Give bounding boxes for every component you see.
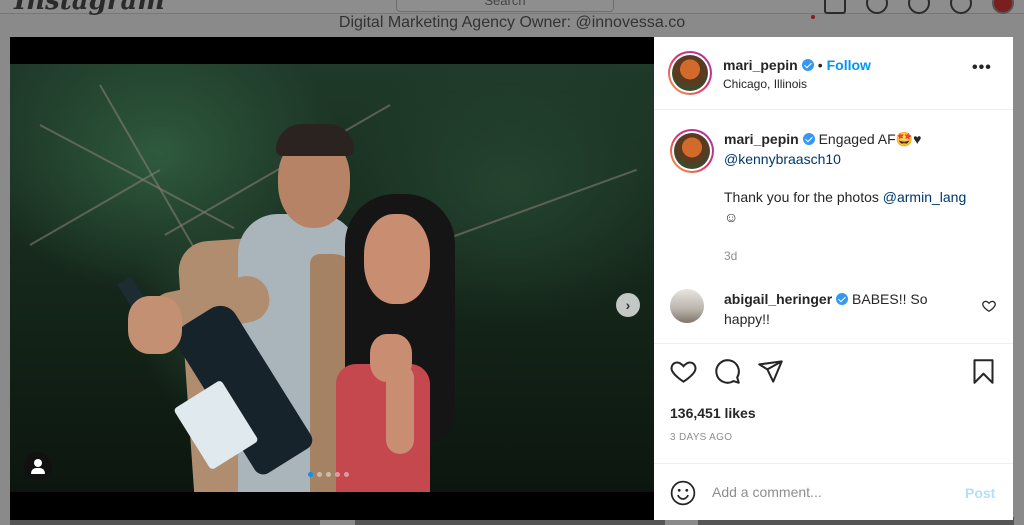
man-hand — [128, 296, 182, 354]
star-struck-emoji: 🤩 — [895, 131, 914, 147]
caption-mention[interactable]: @armin_lang — [883, 189, 966, 205]
caption-text-part: Engaged AF — [818, 131, 896, 147]
heart-emoji: ♥ — [913, 131, 922, 147]
likes-count[interactable]: 136,451 likes — [670, 405, 756, 421]
post-location[interactable]: Chicago, Illinois — [723, 77, 807, 91]
woman-dress — [336, 364, 430, 492]
user-icon — [34, 459, 42, 467]
verified-badge-icon — [801, 59, 814, 71]
comment-bubble-icon[interactable] — [714, 358, 741, 385]
post-header: mari_pepin • Follow Chicago, Illinois ••• — [654, 37, 1013, 110]
background-profile-bio: Digital Marketing Agency Owner: @innoves… — [338, 14, 686, 31]
woman-face — [364, 214, 430, 304]
man-hair — [276, 124, 354, 156]
carousel-indicator — [308, 472, 349, 477]
post-side-panel: mari_pepin • Follow Chicago, Illinois ••• … — [654, 37, 1013, 520]
caption-text-part: Thank you for the photos — [724, 189, 879, 205]
caption-timestamp[interactable]: 3d — [724, 249, 737, 263]
verified-badge-icon — [836, 293, 849, 305]
tree-branch — [429, 168, 638, 246]
caption-author-avatar[interactable] — [670, 129, 714, 173]
follow-button[interactable]: Follow — [827, 57, 871, 73]
tree-branch — [39, 124, 235, 230]
caption-username[interactable]: mari_pepin — [724, 131, 799, 147]
messenger-icon[interactable] — [866, 0, 888, 14]
tree-branch — [99, 84, 201, 259]
verified-badge-icon — [802, 133, 815, 145]
comment-input[interactable] — [712, 478, 952, 506]
home-icon[interactable] — [824, 0, 846, 14]
tree-branch — [29, 169, 161, 246]
author-username[interactable]: mari_pepin — [723, 57, 798, 73]
comment-text: abigail_heringer BABES!! So happy!! — [724, 289, 974, 329]
caption-mention[interactable]: @kennybraasch10 — [724, 149, 999, 169]
separator-dot: • — [817, 57, 823, 73]
tagged-users-button[interactable] — [24, 452, 52, 480]
like-comment-heart-icon[interactable] — [982, 299, 996, 313]
emoji-smiley-icon[interactable] — [670, 480, 696, 506]
post-photo[interactable]: › — [10, 64, 654, 492]
more-options-icon[interactable]: ••• — [972, 59, 992, 77]
like-heart-icon[interactable] — [670, 358, 697, 385]
commenter-avatar[interactable] — [670, 289, 704, 323]
carousel-next-button[interactable]: › — [616, 293, 640, 317]
explore-icon[interactable] — [908, 0, 930, 14]
save-bookmark-icon[interactable] — [970, 358, 997, 385]
share-paper-plane-icon[interactable] — [757, 358, 784, 385]
post-modal: › mari_pepin • Follow Chicago, Illinois ••… — [10, 37, 1013, 520]
carousel-dot — [326, 472, 331, 477]
activity-heart-icon[interactable] — [950, 0, 972, 14]
background-nav-icons — [824, 0, 1014, 14]
background-header: Instagram Search — [0, 0, 1024, 16]
post-date[interactable]: 3 DAYS AGO — [670, 432, 732, 443]
carousel-dot — [344, 472, 349, 477]
carousel-dot — [308, 472, 313, 477]
smile-emoji: ☺ — [724, 209, 739, 225]
author-avatar[interactable] — [668, 51, 712, 95]
post-actions: 136,451 likes 3 DAYS AGO — [654, 343, 1013, 463]
profile-avatar[interactable] — [992, 0, 1014, 14]
background-search-box[interactable]: Search — [396, 0, 614, 12]
carousel-dot — [317, 472, 322, 477]
caption-text: mari_pepin Engaged AF🤩♥ @kennybraasch10 … — [724, 129, 999, 227]
commenter-username[interactable]: abigail_heringer — [724, 291, 832, 307]
chevron-right-icon: › — [625, 297, 631, 313]
add-comment-bar: Post — [654, 463, 1013, 520]
carousel-dot — [335, 472, 340, 477]
post-comment-button[interactable]: Post — [965, 485, 995, 501]
woman-hand-ring — [370, 334, 412, 382]
